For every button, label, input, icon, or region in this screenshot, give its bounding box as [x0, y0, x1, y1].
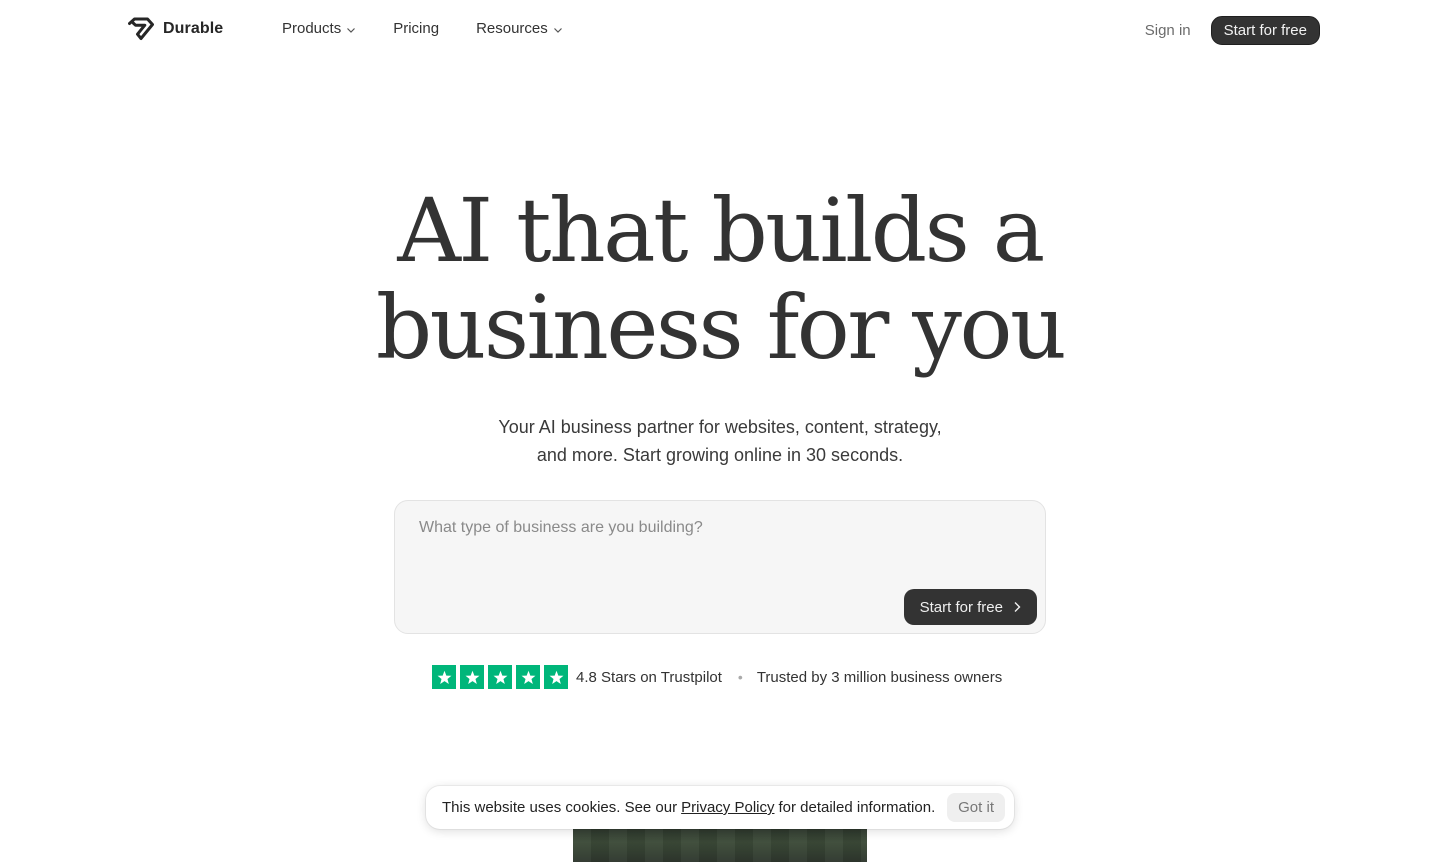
chevron-down-icon [553, 27, 562, 33]
product-preview-image [573, 829, 867, 862]
hero-title-line-1: AI that builds a [397, 179, 1045, 282]
chevron-down-icon [347, 27, 356, 33]
trustpilot-stars [432, 665, 568, 689]
start-for-free-header-button[interactable]: Start for free [1210, 16, 1320, 45]
business-prompt-box: Start for free [394, 500, 1046, 634]
nav-item-resources[interactable]: Resources [476, 20, 563, 37]
nav-item-label: Resources [476, 20, 548, 37]
start-for-free-prompt-button[interactable]: Start for free [903, 589, 1037, 625]
nav-item-label: Products [282, 20, 342, 37]
brand-name: Durable [163, 20, 224, 37]
hero-title-line-2: business for you [375, 276, 1067, 379]
hero-subtitle: Your AI business partner for websites, c… [470, 413, 970, 469]
cookie-text-before: This website uses cookies. See our [442, 799, 678, 816]
separator-dot: • [737, 669, 743, 685]
nav-item-label: Pricing [393, 20, 440, 37]
cookie-accept-button[interactable]: Got it [947, 793, 1005, 822]
sign-in-link[interactable]: Sign in [1145, 22, 1191, 39]
star-icon [516, 665, 540, 689]
trust-rating: 4.8 Stars on Trustpilot • Trusted by 3 m… [432, 665, 1002, 689]
hero-title: AI that builds a business for you [0, 182, 1440, 376]
diamond-logo-icon [128, 17, 154, 40]
star-icon [460, 665, 484, 689]
trusted-by-text: Trusted by 3 million business owners [756, 668, 1003, 686]
brand-logo[interactable]: Durable [128, 17, 223, 41]
star-icon [488, 665, 512, 689]
privacy-policy-link[interactable]: Privacy Policy [681, 799, 774, 816]
star-icon [432, 665, 456, 689]
cookie-banner: This website uses cookies. See our Priva… [426, 786, 1014, 829]
nav-item-products[interactable]: Products [282, 20, 356, 37]
header-actions: Sign in Start for free [1145, 16, 1320, 45]
cookie-text-after: for detailed information. [778, 799, 936, 816]
business-type-input[interactable] [395, 501, 1045, 581]
chevron-right-icon [1014, 602, 1021, 612]
hero-subtitle-line-2: and more. Start growing online in 30 sec… [536, 445, 904, 465]
star-icon [544, 665, 568, 689]
trustpilot-rating-text: 4.8 Stars on Trustpilot [576, 668, 722, 686]
nav-item-pricing[interactable]: Pricing [393, 20, 439, 37]
hero-subtitle-line-1: Your AI business partner for websites, c… [498, 417, 942, 437]
site-header: Durable Products Pricing Resources Sign … [0, 0, 1440, 60]
main-nav: Products Pricing Resources [282, 20, 563, 37]
button-label: Start for free [919, 598, 1003, 616]
